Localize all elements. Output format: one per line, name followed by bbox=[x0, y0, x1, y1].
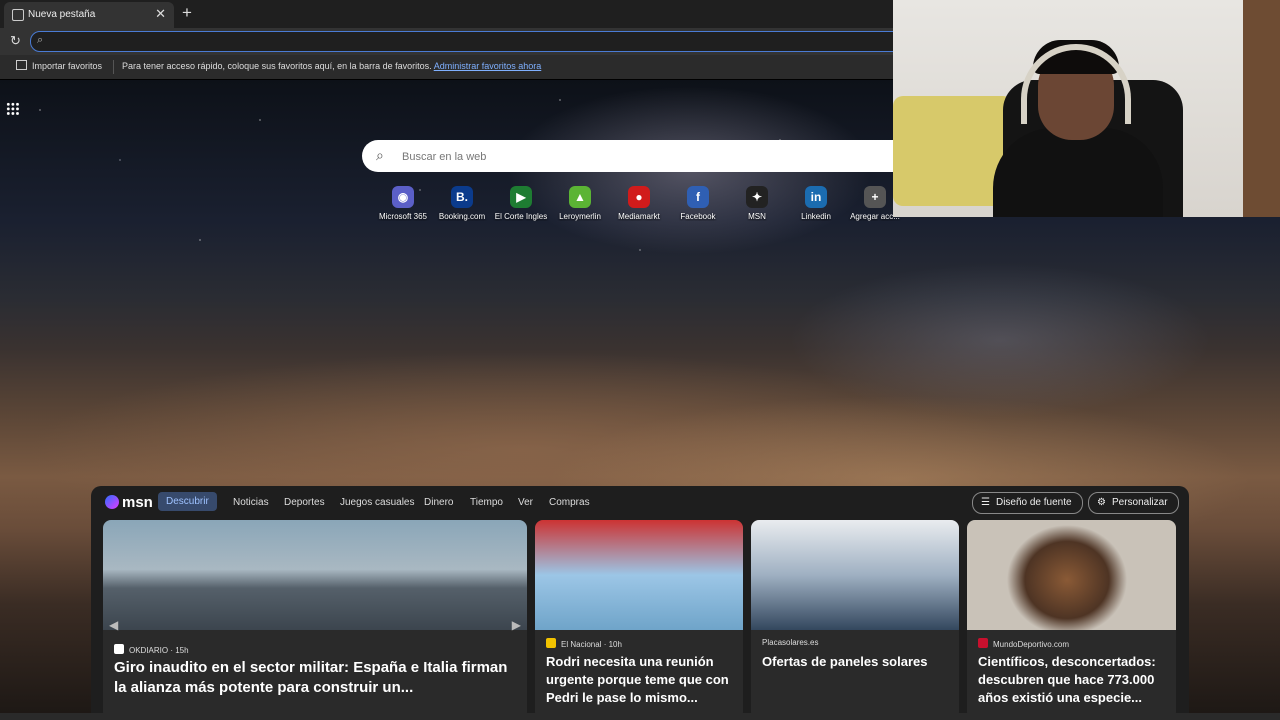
leroymerlin-icon: ▲ bbox=[569, 186, 591, 208]
chevron-left-icon[interactable]: ◀ bbox=[109, 618, 118, 632]
door bbox=[1243, 0, 1280, 217]
news-card-rodri[interactable]: El Nacional · 10h Rodri necesita una reu… bbox=[535, 520, 743, 720]
tab-noticias[interactable]: Noticias bbox=[233, 497, 269, 508]
manage-favorites-link[interactable]: Administrar favoritos ahora bbox=[434, 61, 542, 71]
el-nacional-icon bbox=[546, 638, 556, 648]
news-source-text: OKDIARIO · 15h bbox=[129, 646, 189, 655]
search-icon: ⌕ bbox=[37, 34, 44, 46]
news-image bbox=[103, 520, 527, 630]
webcam-overlay bbox=[893, 0, 1280, 217]
news-source-text: El Nacional · 10h bbox=[561, 640, 622, 649]
font-design-button[interactable]: ☰ Diseño de fuente bbox=[972, 492, 1083, 514]
tab-dinero[interactable]: Dinero bbox=[424, 497, 453, 508]
quick-link-facebook[interactable]: f Facebook bbox=[669, 186, 727, 221]
web-search-box[interactable]: ⌕ bbox=[362, 140, 922, 172]
quick-link-label: El Corte Ingles bbox=[494, 212, 548, 221]
news-source: MundoDeportivo.com bbox=[978, 638, 1069, 649]
news-source: OKDIARIO · 15h bbox=[114, 644, 189, 655]
favorites-message-text: Para tener acceso rápido, coloque sus fa… bbox=[122, 61, 432, 71]
quick-link-label: MSN bbox=[748, 212, 766, 221]
quick-link-microsoft-365[interactable]: ◉ Microsoft 365 bbox=[374, 186, 432, 221]
plus-icon: + bbox=[864, 186, 886, 208]
quick-link-label: Leroymerlin bbox=[559, 212, 601, 221]
quick-link-label: Booking.com bbox=[438, 212, 486, 221]
app-launcher-icon[interactable] bbox=[6, 102, 20, 116]
linkedin-icon: in bbox=[805, 186, 827, 208]
sliders-icon: ☰ bbox=[981, 497, 990, 508]
quick-link-label: Linkedin bbox=[801, 212, 831, 221]
tab-juegos-casuales[interactable]: Juegos casuales bbox=[340, 497, 415, 508]
mediamarkt-icon: ● bbox=[628, 186, 650, 208]
person-body bbox=[993, 128, 1163, 217]
quick-link-label: Microsoft 365 bbox=[378, 212, 428, 221]
news-title: Científicos, desconcertados: descubren q… bbox=[978, 654, 1156, 705]
news-title: Giro inaudito en el sector militar: Espa… bbox=[114, 659, 508, 696]
news-image bbox=[535, 520, 743, 630]
import-favorites-label: Importar favoritos bbox=[32, 61, 103, 71]
quick-link-mediamarkt[interactable]: ● Mediamarkt bbox=[610, 186, 668, 221]
personalize-button[interactable]: ⚙ Personalizar bbox=[1088, 492, 1179, 514]
el-corte-ingles-icon: ▶ bbox=[510, 186, 532, 208]
quick-link-linkedin[interactable]: in Linkedin bbox=[787, 186, 845, 221]
quick-link-leroymerlin[interactable]: ▲ Leroymerlin bbox=[551, 186, 609, 221]
microsoft-365-icon: ◉ bbox=[392, 186, 414, 208]
msn-logo[interactable]: msn bbox=[105, 494, 153, 511]
tab-title: Nueva pestaña bbox=[28, 9, 96, 20]
msn-feed: msn Descubrir Noticias Deportes Juegos c… bbox=[91, 486, 1189, 720]
mundodeportivo-icon bbox=[978, 638, 988, 648]
page-icon bbox=[12, 9, 24, 21]
tab-new-tab[interactable]: Nueva pestaña ✕ bbox=[4, 2, 174, 28]
import-icon bbox=[16, 60, 27, 70]
msn-icon: ✦ bbox=[746, 186, 768, 208]
font-design-label: Diseño de fuente bbox=[995, 497, 1072, 508]
okdiario-icon bbox=[114, 644, 124, 654]
msn-butterfly-icon bbox=[105, 495, 119, 509]
quick-link-label: Facebook bbox=[680, 212, 716, 221]
quick-link-msn[interactable]: ✦ MSN bbox=[728, 186, 786, 221]
news-card-militar[interactable]: ◀ ▶ OKDIARIO · 15h Giro inaudito en el s… bbox=[103, 520, 527, 720]
facebook-icon: f bbox=[687, 186, 709, 208]
reload-icon[interactable]: ↻ bbox=[10, 33, 21, 49]
search-icon: ⌕ bbox=[376, 147, 384, 163]
news-source-text: MundoDeportivo.com bbox=[993, 640, 1070, 649]
tab-deportes[interactable]: Deportes bbox=[284, 497, 325, 508]
booking-icon: B. bbox=[451, 186, 473, 208]
search-input[interactable] bbox=[400, 146, 884, 168]
bottom-bar bbox=[0, 713, 1280, 720]
ad-card-paneles-solares[interactable]: Placasolares.es Ofertas de paneles solar… bbox=[751, 520, 959, 720]
news-source: El Nacional · 10h bbox=[546, 638, 622, 649]
news-image bbox=[967, 520, 1176, 630]
divider bbox=[113, 60, 114, 74]
quick-link-label: Mediamarkt bbox=[618, 212, 660, 221]
chevron-right-icon[interactable]: ▶ bbox=[512, 618, 521, 632]
news-title: Rodri necesita una reunión urgente porqu… bbox=[546, 654, 729, 705]
ad-source: Placasolares.es bbox=[762, 638, 819, 647]
quick-links: ◉ Microsoft 365 B. Booking.com ▶ El Cort… bbox=[374, 186, 900, 226]
import-favorites-button[interactable]: Importar favoritos bbox=[16, 60, 102, 71]
news-card-cientificos[interactable]: MundoDeportivo.com Científicos, desconce… bbox=[967, 520, 1176, 720]
ad-image bbox=[751, 520, 959, 630]
tab-compras[interactable]: Compras bbox=[549, 497, 590, 508]
favorites-bar: Importar favoritos Para tener acceso ráp… bbox=[0, 55, 893, 79]
gear-icon: ⚙ bbox=[1097, 497, 1106, 508]
personalize-label: Personalizar bbox=[1111, 497, 1168, 508]
tab-descubrir[interactable]: Descubrir bbox=[158, 492, 217, 511]
toolbar: ↻ ⌕ bbox=[0, 28, 912, 55]
quick-link-booking[interactable]: B. Booking.com bbox=[433, 186, 491, 221]
tab-strip: Nueva pestaña ✕ + bbox=[0, 0, 893, 28]
tab-ver[interactable]: Ver bbox=[518, 497, 533, 508]
close-icon[interactable]: ✕ bbox=[155, 6, 166, 22]
tab-tiempo[interactable]: Tiempo bbox=[470, 497, 503, 508]
address-bar[interactable]: ⌕ bbox=[30, 31, 912, 52]
ad-title: Ofertas de paneles solares bbox=[762, 654, 928, 669]
msn-logo-text: msn bbox=[122, 494, 153, 511]
quick-link-el-corte-ingles[interactable]: ▶ El Corte Ingles bbox=[492, 186, 550, 221]
favorites-bar-message: Para tener acceso rápido, coloque sus fa… bbox=[122, 61, 541, 71]
new-tab-button[interactable]: + bbox=[178, 3, 196, 23]
